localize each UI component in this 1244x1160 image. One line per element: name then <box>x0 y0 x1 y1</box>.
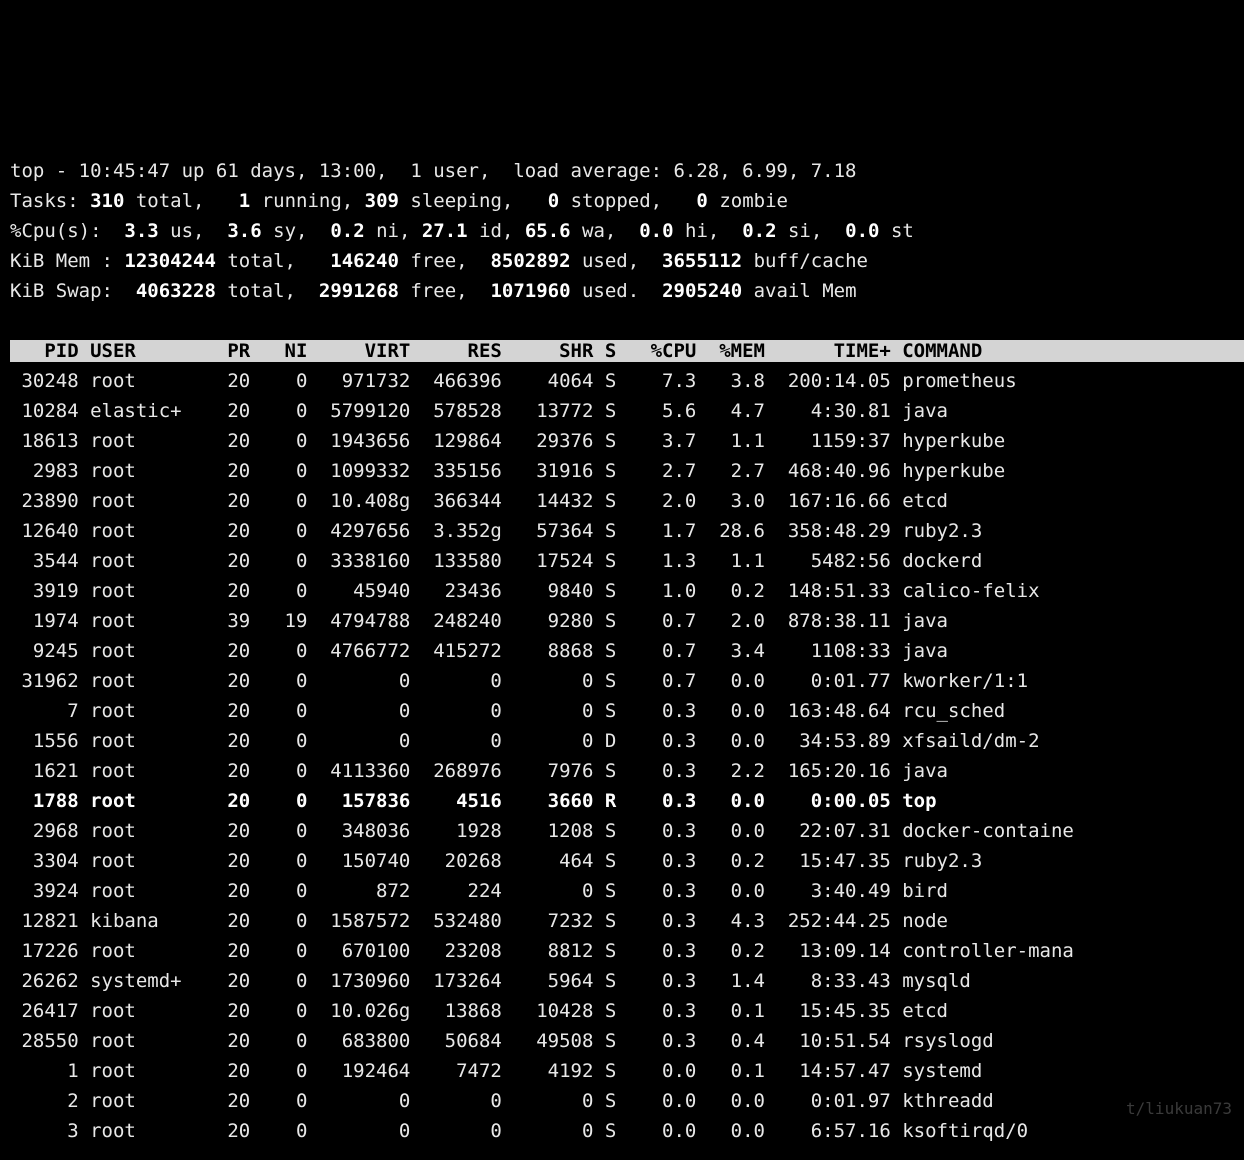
process-row: 1 root 20 0 192464 7472 4192 S 0.0 0.1 1… <box>10 1060 1131 1082</box>
column-header-row: PID USER PR NI VIRT RES SHR S %CPU %MEM … <box>10 340 1244 362</box>
cpu-hi: 0.0 <box>639 220 673 242</box>
process-row: 31962 root 20 0 0 0 0 S 0.7 0.0 0:01.77 … <box>10 670 1131 692</box>
cpu-us: 3.3 <box>124 220 158 242</box>
process-row: 30248 root 20 0 971732 466396 4064 S 7.3… <box>10 370 1131 392</box>
mem-buffcache: 3655112 <box>662 250 742 272</box>
process-row: 2983 root 20 0 1099332 335156 31916 S 2.… <box>10 460 1131 482</box>
mem-total: 12304244 <box>124 250 216 272</box>
process-row: 26417 root 20 0 10.026g 13868 10428 S 0.… <box>10 1000 1131 1022</box>
mem-label: KiB Mem : <box>10 250 124 272</box>
process-row: 18613 root 20 0 1943656 129864 29376 S 3… <box>10 430 1131 452</box>
process-row: 3544 root 20 0 3338160 133580 17524 S 1.… <box>10 550 1131 572</box>
process-row: 2 root 20 0 0 0 0 S 0.0 0.0 0:01.97 kthr… <box>10 1090 1131 1112</box>
process-row: 10284 elastic+ 20 0 5799120 578528 13772… <box>10 400 1131 422</box>
terminal-output[interactable]: top - 10:45:47 up 61 days, 13:00, 1 user… <box>0 150 1244 1146</box>
process-row: 17226 root 20 0 670100 23208 8812 S 0.3 … <box>10 940 1131 962</box>
tasks-sleeping: 309 <box>365 190 399 212</box>
cpu-st: 0.0 <box>845 220 879 242</box>
swap-avail: 2905240 <box>662 280 742 302</box>
process-row: 1974 root 39 19 4794788 248240 9280 S 0.… <box>10 610 1131 632</box>
cpu-wa: 65.6 <box>525 220 571 242</box>
cpu-si: 0.2 <box>742 220 776 242</box>
tasks-label: Tasks: <box>10 190 90 212</box>
tasks-zombie: 0 <box>696 190 707 212</box>
process-row: 3304 root 20 0 150740 20268 464 S 0.3 0.… <box>10 850 1131 872</box>
process-row: 3919 root 20 0 45940 23436 9840 S 1.0 0.… <box>10 580 1131 602</box>
mem-used: 8502892 <box>490 250 570 272</box>
process-row: 7 root 20 0 0 0 0 S 0.3 0.0 163:48.64 rc… <box>10 700 1131 722</box>
cpu-id: 27.1 <box>422 220 468 242</box>
swap-label: KiB Swap: <box>10 280 136 302</box>
process-row: 26262 systemd+ 20 0 1730960 173264 5964 … <box>10 970 1131 992</box>
mem-free: 146240 <box>330 250 399 272</box>
cpu-sy: 3.6 <box>227 220 261 242</box>
swap-free: 2991268 <box>319 280 399 302</box>
process-row: 3924 root 20 0 872 224 0 S 0.3 0.0 3:40.… <box>10 880 1131 902</box>
swap-total: 4063228 <box>136 280 216 302</box>
process-row: 1621 root 20 0 4113360 268976 7976 S 0.3… <box>10 760 1131 782</box>
process-row: 1788 root 20 0 157836 4516 3660 R 0.3 0.… <box>10 790 1131 812</box>
tasks-stopped: 0 <box>548 190 559 212</box>
process-row: 28550 root 20 0 683800 50684 49508 S 0.3… <box>10 1030 1131 1052</box>
cpu-ni: 0.2 <box>330 220 364 242</box>
process-row: 12640 root 20 0 4297656 3.352g 57364 S 1… <box>10 520 1131 542</box>
summary-line-uptime: top - 10:45:47 up 61 days, 13:00, 1 user… <box>10 160 856 182</box>
process-row: 3 root 20 0 0 0 0 S 0.0 0.0 6:57.16 ksof… <box>10 1120 1131 1142</box>
swap-used: 1071960 <box>490 280 570 302</box>
process-row: 1556 root 20 0 0 0 0 D 0.3 0.0 34:53.89 … <box>10 730 1131 752</box>
process-row: 9245 root 20 0 4766772 415272 8868 S 0.7… <box>10 640 1131 662</box>
tasks-running: 1 <box>239 190 250 212</box>
process-row: 2968 root 20 0 348036 1928 1208 S 0.3 0.… <box>10 820 1131 842</box>
process-row: 12821 kibana 20 0 1587572 532480 7232 S … <box>10 910 1131 932</box>
tasks-total: 310 <box>90 190 124 212</box>
process-row: 23890 root 20 0 10.408g 366344 14432 S 2… <box>10 490 1131 512</box>
cpu-label: %Cpu(s): <box>10 220 124 242</box>
